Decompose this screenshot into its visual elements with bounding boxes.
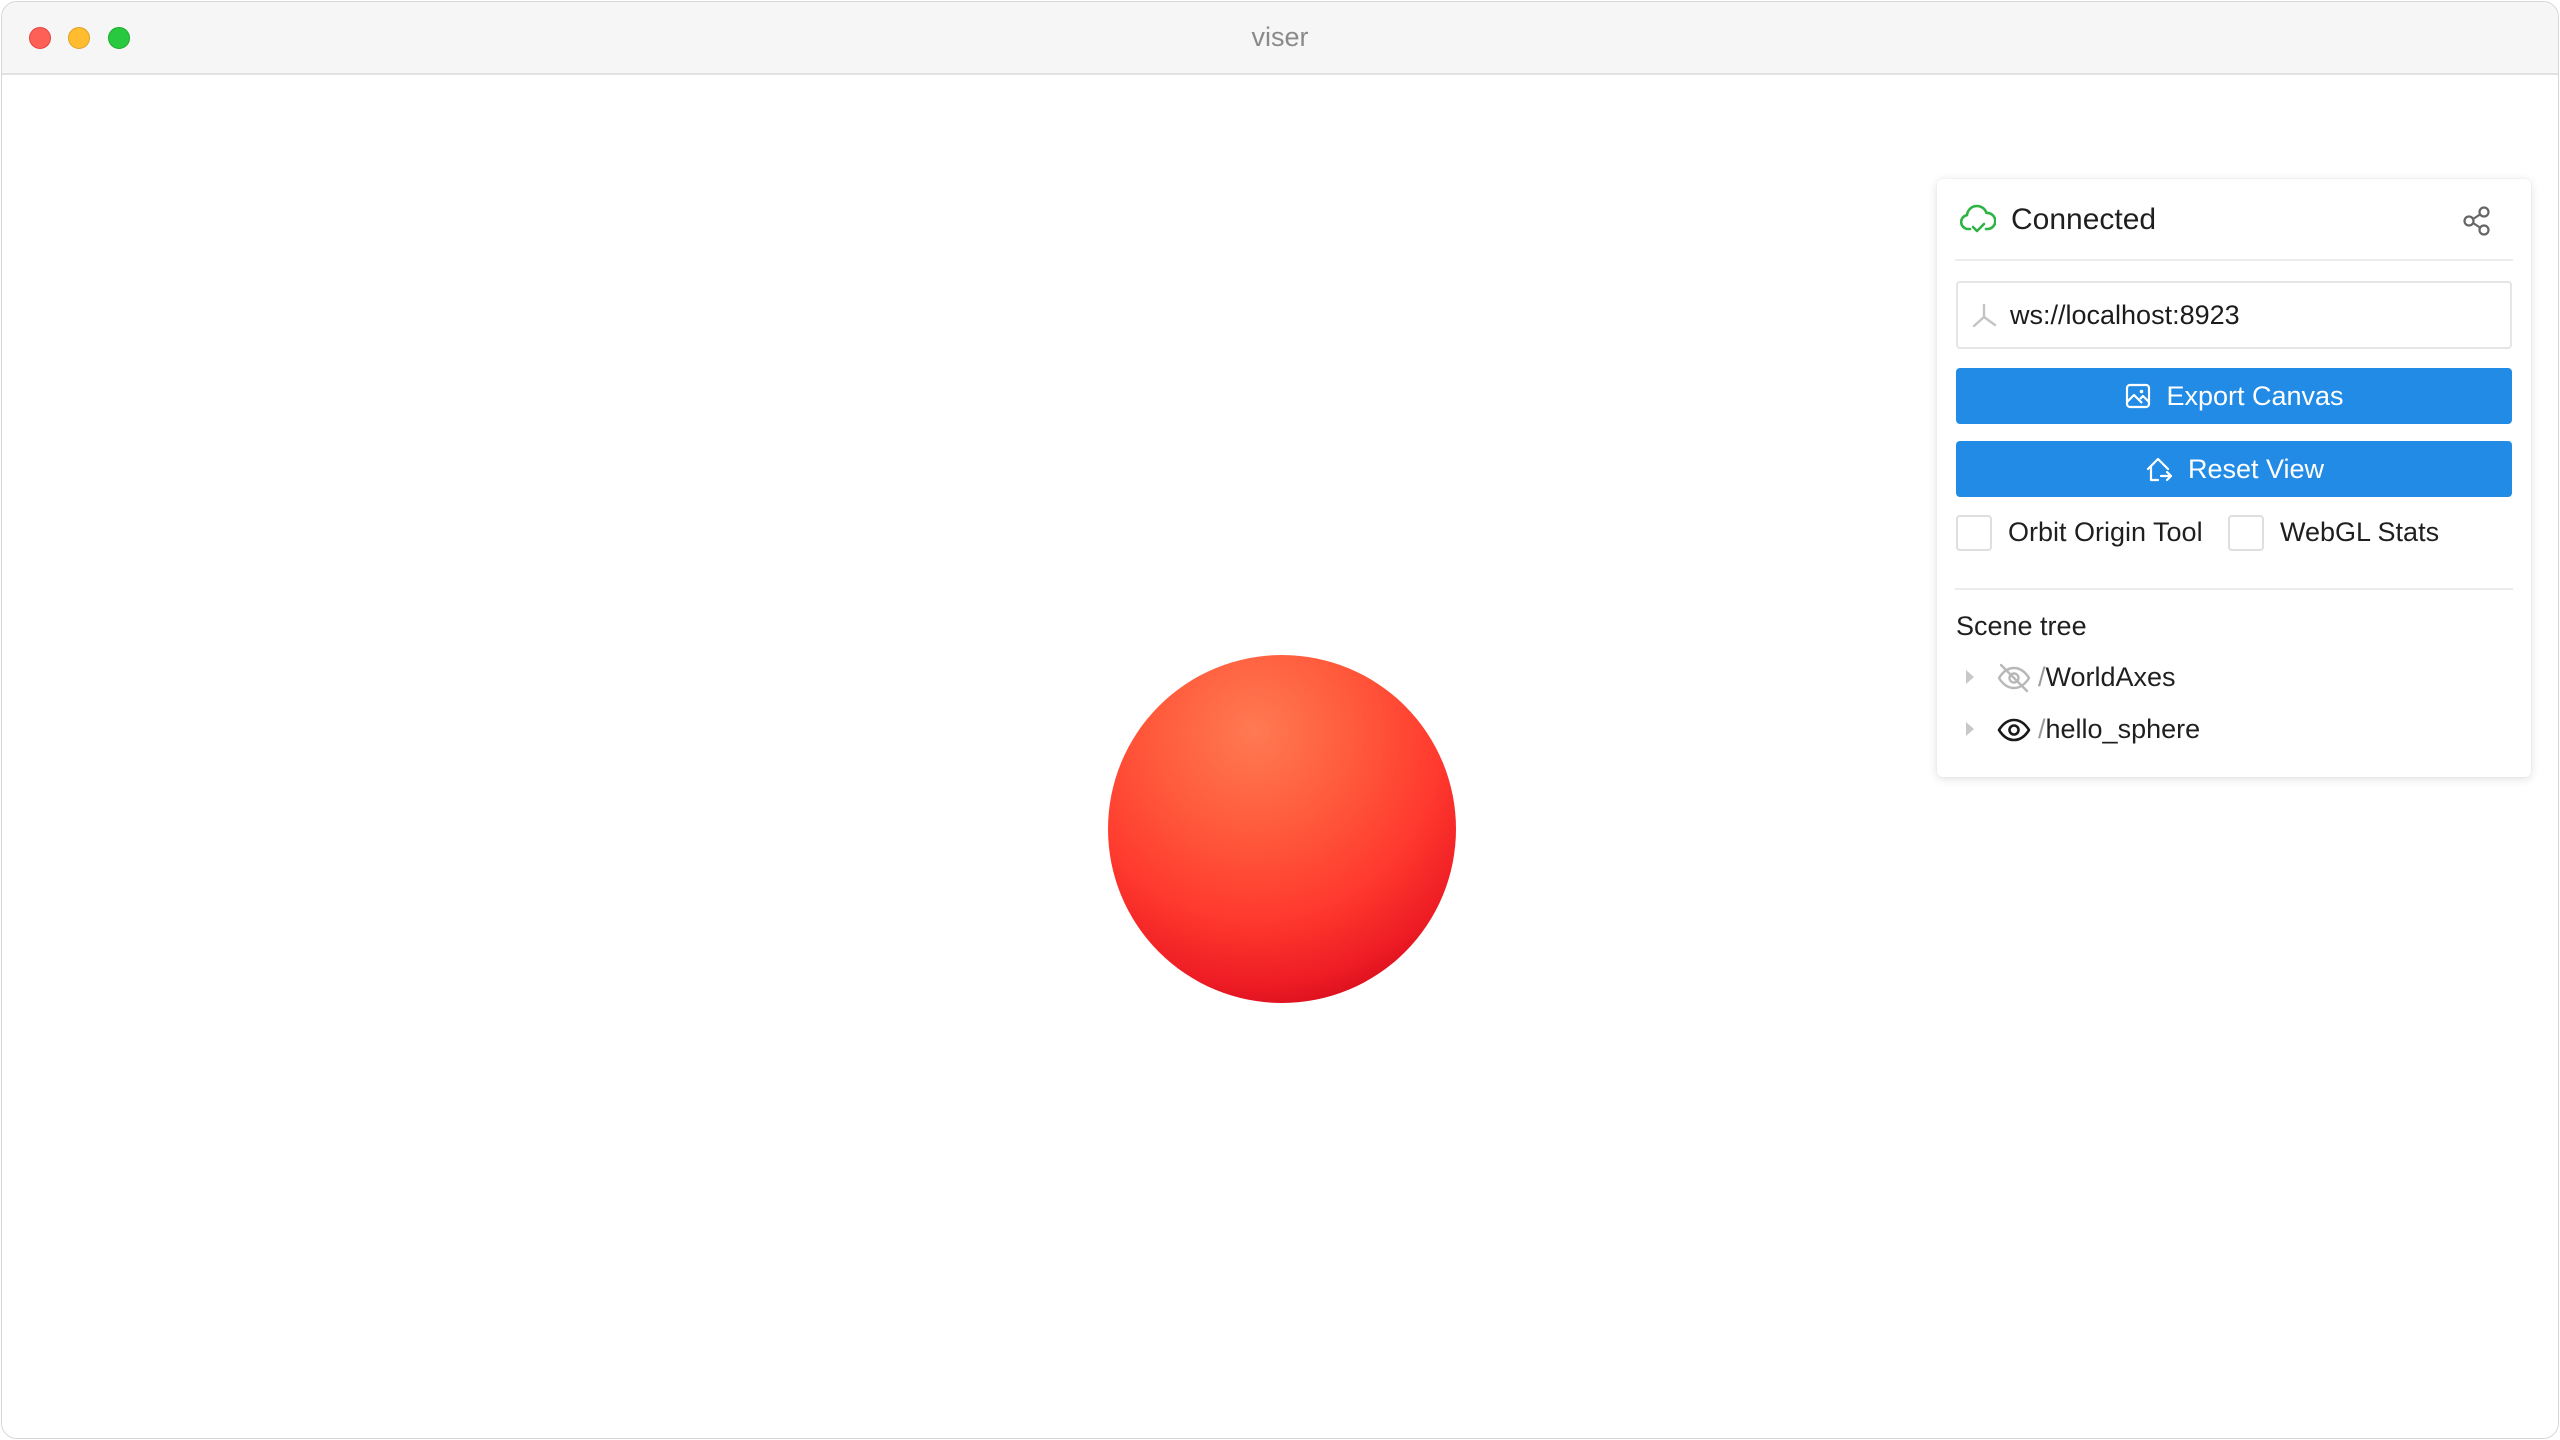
scene-tree-item-label: /WorldAxes [2038, 662, 2176, 692]
orbit-origin-tool-label: Orbit Origin Tool [2008, 517, 2203, 547]
options-row: Orbit Origin Tool WebGL Stats [1956, 513, 2516, 553]
axes-icon [1972, 303, 1997, 328]
control-panel: Connected ws://localhost:8923 Export Can… [1937, 179, 2531, 777]
connection-header: Connected [1937, 179, 2531, 259]
export-canvas-button[interactable]: Export Canvas [1956, 368, 2512, 424]
expand-caret-icon[interactable] [1966, 722, 1974, 736]
window-title: viser [1251, 22, 1309, 52]
3d-viewport[interactable]: Connected ws://localhost:8923 Export Can… [2, 75, 2558, 1438]
app-window: viser Connected ws://localhost:8923 Expo… [1, 1, 2559, 1439]
share-icon[interactable] [2457, 201, 2497, 241]
scene-tree-title: Scene tree [1956, 611, 2087, 641]
scene-tree-item-worldaxes[interactable]: /WorldAxes [1956, 656, 2516, 700]
webgl-stats-checkbox[interactable] [2228, 515, 2264, 551]
export-canvas-label: Export Canvas [2166, 380, 2344, 411]
connection-status: Connected [2011, 203, 2157, 236]
divider [1955, 588, 2513, 590]
eye-icon[interactable] [1996, 713, 2032, 747]
server-url-field[interactable] [1956, 281, 2512, 349]
home-move-icon [2146, 457, 2173, 482]
scene-tree-item-hello-sphere[interactable]: /hello_sphere [1956, 708, 2516, 752]
reset-view-button[interactable]: Reset View [1956, 441, 2512, 497]
orbit-origin-tool-checkbox[interactable] [1956, 515, 1992, 551]
photo-icon [2126, 383, 2151, 409]
hello-sphere-mesh[interactable] [1108, 655, 1456, 1003]
eye-off-icon[interactable] [1996, 661, 2032, 695]
title-bar: viser [2, 2, 2558, 75]
reset-view-label: Reset View [2187, 453, 2325, 484]
cloud-check-icon [1960, 204, 1996, 233]
expand-caret-icon[interactable] [1966, 670, 1974, 684]
scene-tree-item-label: /hello_sphere [2038, 714, 2201, 744]
divider [1955, 259, 2513, 261]
server-url-input[interactable] [2010, 283, 2500, 347]
webgl-stats-label: WebGL Stats [2280, 517, 2440, 547]
